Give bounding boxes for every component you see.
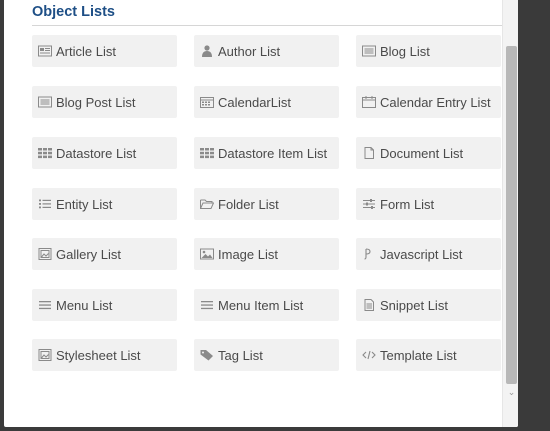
tile-datastore-item-list[interactable]: Datastore Item List (194, 137, 339, 169)
blog-icon (362, 45, 376, 57)
tile-label: Menu Item List (218, 297, 304, 313)
tile-label: Datastore List (56, 145, 137, 161)
tile-javascript-list[interactable]: Javascript List (356, 238, 501, 270)
scroll-down-icon[interactable]: ⌄ (506, 386, 517, 398)
tile-blog-post-list[interactable]: Blog Post List (32, 86, 177, 118)
tag-icon (200, 349, 214, 361)
menu-icon (38, 299, 52, 311)
tile-label: Article List (56, 43, 116, 59)
gallery-icon (38, 248, 52, 260)
tile-label: Template List (380, 347, 457, 363)
tile-datastore-list[interactable]: Datastore List (32, 137, 177, 169)
tile-template-list[interactable]: Template List (356, 339, 501, 371)
object-lists-modal: Object Lists Article List Author List Bl… (4, 0, 518, 427)
tile-label: Datastore Item List (218, 145, 328, 161)
tile-snippet-list[interactable]: Snippet List (356, 289, 501, 321)
tile-calendar-entry-list[interactable]: Calendar Entry List (356, 86, 501, 118)
tile-blog-list[interactable]: Blog List (356, 35, 501, 67)
tile-label: Stylesheet List (56, 347, 141, 363)
tile-label: Folder List (218, 196, 279, 212)
tile-label: Javascript List (380, 246, 463, 262)
tile-gallery-list[interactable]: Gallery List (32, 238, 177, 270)
tile-label: Menu List (56, 297, 113, 313)
tile-document-list[interactable]: Document List (356, 137, 501, 169)
tile-label: Snippet List (380, 297, 448, 313)
title-divider (32, 25, 505, 26)
tile-stylesheet-list[interactable]: Stylesheet List (32, 339, 177, 371)
tile-calendar-list[interactable]: CalendarList (194, 86, 339, 118)
template-icon (362, 349, 376, 361)
entity-icon (38, 198, 52, 210)
tile-form-list[interactable]: Form List (356, 188, 501, 220)
menu-item-icon (200, 299, 214, 311)
tile-label: Document List (380, 145, 464, 161)
folder-icon (200, 198, 214, 210)
blog-post-icon (38, 96, 52, 108)
article-icon (38, 45, 52, 57)
tile-article-list[interactable]: Article List (32, 35, 177, 67)
datastore-icon (38, 147, 52, 159)
calendar-entry-icon (362, 96, 376, 108)
backdrop-edge (518, 0, 550, 431)
stylesheet-icon (38, 349, 52, 361)
image-icon (200, 248, 214, 260)
tile-author-list[interactable]: Author List (194, 35, 339, 67)
section-title: Object Lists (32, 4, 115, 20)
tile-entity-list[interactable]: Entity List (32, 188, 177, 220)
tile-label: Image List (218, 246, 278, 262)
tile-label: Gallery List (56, 246, 122, 262)
tile-label: Tag List (218, 347, 263, 363)
document-icon (362, 147, 376, 159)
tile-menu-list[interactable]: Menu List (32, 289, 177, 321)
tile-folder-list[interactable]: Folder List (194, 188, 339, 220)
form-icon (362, 198, 376, 210)
tile-menu-item-list[interactable]: Menu Item List (194, 289, 339, 321)
author-icon (200, 45, 214, 57)
snippet-icon (362, 299, 376, 311)
tile-label: Blog Post List (56, 94, 136, 110)
datastore-item-icon (200, 147, 214, 159)
tile-label: Entity List (56, 196, 113, 212)
tile-label: Calendar Entry List (380, 94, 491, 110)
tile-label: Author List (218, 43, 281, 59)
tile-label: CalendarList (218, 94, 291, 110)
javascript-icon (362, 248, 376, 260)
tile-image-list[interactable]: Image List (194, 238, 339, 270)
scrollbar-thumb[interactable] (506, 46, 517, 384)
tile-tag-list[interactable]: Tag List (194, 339, 339, 371)
tile-label: Form List (380, 196, 435, 212)
calendar-icon (200, 96, 214, 108)
tile-label: Blog List (380, 43, 430, 59)
